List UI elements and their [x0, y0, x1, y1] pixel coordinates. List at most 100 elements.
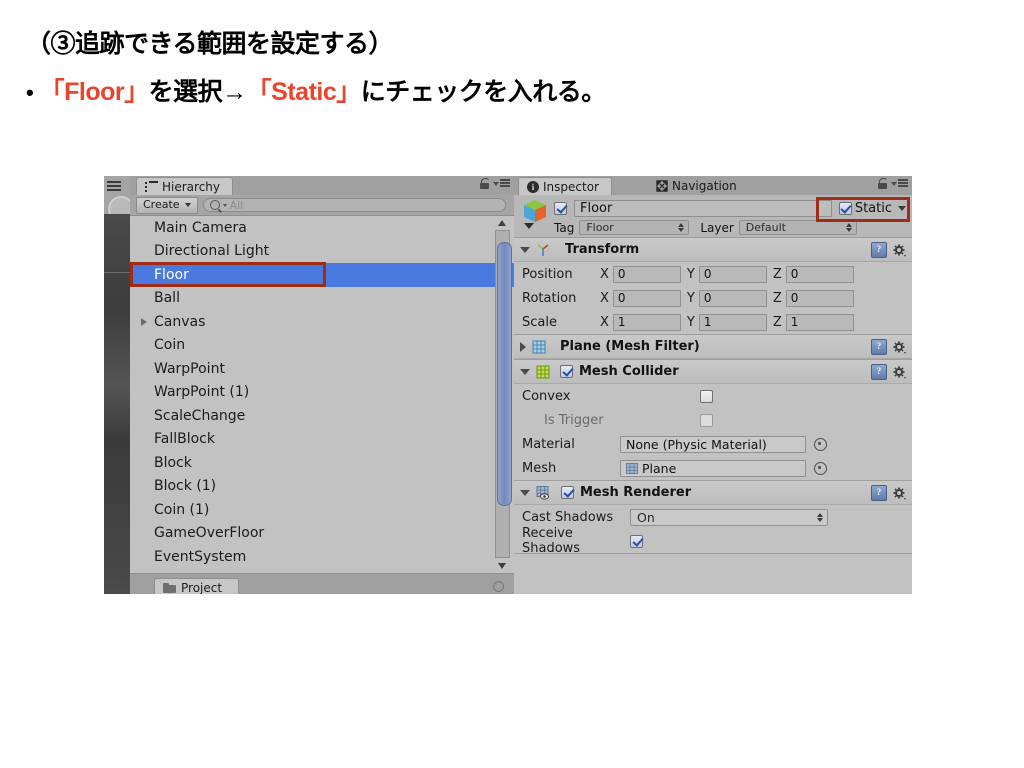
gear-icon[interactable]: [893, 487, 906, 500]
hierarchy-list[interactable]: Main Camera Directional Light Floor Ball Can…: [130, 216, 514, 574]
tab-project[interactable]: Project: [154, 578, 240, 594]
gameobject-name-field[interactable]: Floor: [574, 200, 832, 217]
scroll-up-arrow-icon[interactable]: [498, 220, 506, 226]
expand-triangle-icon[interactable]: [520, 341, 526, 352]
transform-rotation-x-field[interactable]: 0: [612, 289, 681, 307]
mesh-filter-header[interactable]: Plane (Mesh Filter) ?: [514, 335, 912, 359]
mesh-renderer-header[interactable]: Mesh Renderer ?: [514, 481, 912, 505]
transform-position-z-field[interactable]: 0: [785, 265, 854, 283]
gear-icon[interactable]: [893, 341, 906, 354]
hierarchy-item-label: FallBlock: [154, 431, 215, 448]
project-panel-tabstrip: Project: [130, 573, 514, 594]
help-book-icon[interactable]: ?: [871, 242, 887, 258]
lock-icon[interactable]: [878, 178, 888, 189]
static-checkbox-group[interactable]: Static: [838, 201, 906, 216]
axis-label-x: X: [600, 266, 609, 282]
hierarchy-tabstrip: Hierarchy: [130, 176, 514, 196]
component-transform: Transform ? Position X 0 Y 0 Z 0 Rotation X 0 Y 0 Z 0…: [514, 238, 912, 335]
hierarchy-item-ball[interactable]: Ball: [130, 287, 514, 311]
hierarchy-item-gameoverfloor[interactable]: GameOverFloor: [130, 522, 514, 546]
hierarchy-item-warppoint[interactable]: WarpPoint: [130, 357, 514, 381]
convex-checkbox[interactable]: [700, 389, 713, 403]
receive-shadows-checkbox[interactable]: [630, 534, 643, 548]
hierarchy-item-directional-light[interactable]: Directional Light: [130, 240, 514, 264]
hierarchy-item-warppoint-1[interactable]: WarpPoint (1): [130, 381, 514, 405]
mesh-filter-title: Plane (Mesh Filter): [560, 339, 700, 354]
mesh-label: Mesh: [522, 460, 557, 476]
hierarchy-item-main-camera[interactable]: Main Camera: [130, 216, 514, 240]
help-book-icon[interactable]: ?: [871, 339, 887, 355]
hierarchy-scrollbar[interactable]: [495, 218, 512, 570]
collapse-triangle-icon[interactable]: [520, 489, 530, 496]
scene-view-sliver: [104, 176, 130, 594]
hierarchy-item-label: Block (1): [154, 478, 217, 495]
mesh-collider-enabled-checkbox[interactable]: [560, 365, 573, 378]
create-button-label: Create: [143, 198, 180, 211]
cast-shadows-dropdown[interactable]: On: [630, 508, 828, 526]
hierarchy-item-scalechange[interactable]: ScaleChange: [130, 404, 514, 428]
hierarchy-item-coin-1[interactable]: Coin (1): [130, 498, 514, 522]
expand-triangle-icon[interactable]: [141, 317, 147, 326]
axis-label-y: Y: [686, 266, 695, 282]
hierarchy-item-fallblock[interactable]: FallBlock: [130, 428, 514, 452]
lock-icon[interactable]: [480, 178, 490, 189]
transform-rotation-row: Rotation X 0 Y 0 Z 0: [514, 286, 912, 310]
hierarchy-item-canvas[interactable]: Canvas: [130, 310, 514, 334]
hierarchy-item-label: WarpPoint (1): [154, 384, 250, 401]
component-mesh-collider: Mesh Collider ? Convex Is Trigger Materi…: [514, 360, 912, 481]
create-button[interactable]: Create: [136, 196, 198, 214]
transform-position-y-field[interactable]: 0: [698, 265, 767, 283]
tag-dropdown[interactable]: Floor: [579, 220, 690, 235]
tab-inspector-label: Inspector: [543, 179, 599, 194]
transform-scale-z-field[interactable]: 1: [785, 313, 854, 331]
collapse-triangle-icon[interactable]: [520, 368, 530, 375]
material-field[interactable]: None (Physic Material): [620, 435, 806, 453]
hierarchy-item-floor[interactable]: Floor: [130, 263, 514, 287]
mesh-renderer-enabled-checkbox[interactable]: [561, 486, 574, 499]
transform-scale-y-field[interactable]: 1: [698, 313, 767, 331]
hierarchy-item-label: Floor: [154, 266, 189, 283]
hamburger-icon[interactable]: [107, 181, 121, 191]
folder-icon: [163, 583, 176, 593]
project-lock-icon[interactable]: [493, 581, 504, 592]
transform-header[interactable]: Transform ?: [514, 238, 912, 262]
tab-hierarchy[interactable]: Hierarchy: [136, 177, 234, 195]
transform-rotation-z-field[interactable]: 0: [785, 289, 854, 307]
panel-menu-icon[interactable]: [493, 179, 510, 188]
tag-label: Tag: [554, 220, 575, 235]
inspector-panel-tools: [878, 178, 908, 189]
layer-label: Layer: [700, 220, 734, 235]
gameobject-icon-dropdown[interactable]: [524, 223, 534, 229]
gear-icon[interactable]: [893, 244, 906, 257]
gameobject-enabled-checkbox[interactable]: [554, 202, 567, 215]
mesh-filter-icon: [532, 340, 546, 353]
tab-inspector[interactable]: i Inspector: [518, 177, 612, 195]
scrollbar-thumb[interactable]: [497, 242, 512, 506]
layer-dropdown[interactable]: Default: [738, 220, 857, 235]
hierarchy-item-eventsystem[interactable]: EventSystem: [130, 545, 514, 569]
receive-shadows-label: Receive Shadows: [522, 526, 581, 556]
transform-position-x-field[interactable]: 0: [612, 265, 681, 283]
static-dropdown-chevron-icon[interactable]: [898, 206, 906, 211]
help-book-icon[interactable]: ?: [871, 364, 887, 380]
scroll-down-arrow-icon[interactable]: [498, 563, 506, 569]
mesh-field[interactable]: Plane: [620, 459, 806, 477]
help-book-icon[interactable]: ?: [871, 485, 887, 501]
axis-label-y: Y: [686, 314, 695, 330]
tab-navigation[interactable]: Navigation: [648, 177, 749, 195]
search-input[interactable]: All: [202, 198, 506, 212]
static-checkbox[interactable]: [838, 202, 852, 215]
axis-label-x: X: [600, 290, 609, 306]
hierarchy-panel: Hierarchy Create All Main Camera Directio…: [130, 176, 514, 594]
transform-rotation-y-field[interactable]: 0: [698, 289, 767, 307]
hierarchy-item-block-1[interactable]: Block (1): [130, 475, 514, 499]
hierarchy-item-coin[interactable]: Coin: [130, 334, 514, 358]
collapse-triangle-icon[interactable]: [520, 246, 530, 253]
mesh-collider-header[interactable]: Mesh Collider ?: [514, 360, 912, 384]
hierarchy-item-block[interactable]: Block: [130, 451, 514, 475]
material-object-picker-icon[interactable]: [814, 437, 827, 451]
transform-scale-x-field[interactable]: 1: [612, 313, 681, 331]
mesh-object-picker-icon[interactable]: [814, 461, 827, 475]
gear-icon[interactable]: [893, 366, 906, 379]
panel-menu-icon[interactable]: [891, 179, 908, 188]
